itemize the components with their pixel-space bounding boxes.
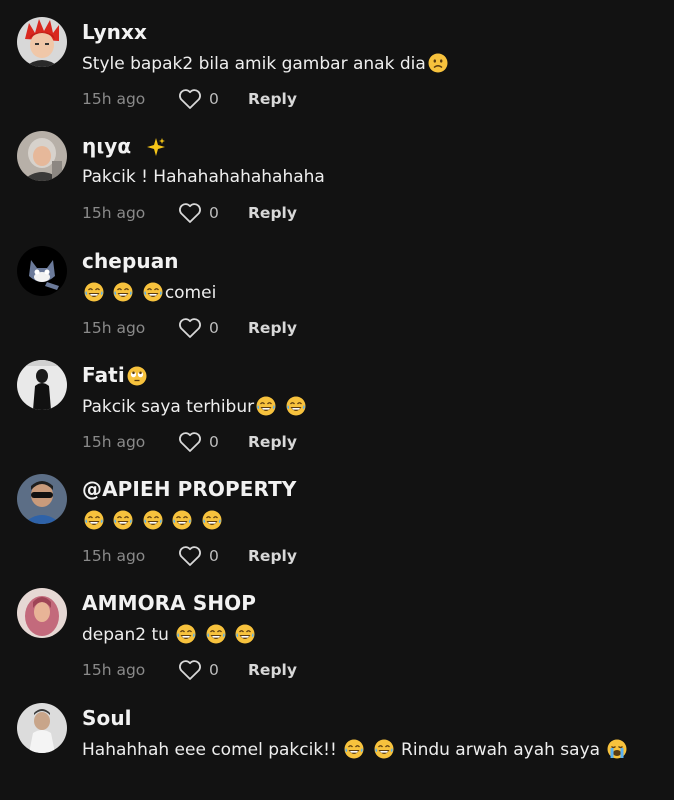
comment-item: AMMORA SHOP depan2 tu 15h ago 0 Reply <box>0 571 674 685</box>
heart-icon <box>179 660 201 681</box>
comment-time: 15h ago <box>82 432 146 451</box>
heart-icon <box>179 203 201 224</box>
comment-text-content: Style bapak2 bila amik gambar anak dia <box>82 54 426 74</box>
comment-meta: 15h ago 0 Reply <box>82 659 297 681</box>
reply-button[interactable]: Reply <box>248 319 297 337</box>
comment-text: Pakcik ! Hahahahahahahaha <box>82 167 325 188</box>
laugh-emoji-icon <box>172 510 192 530</box>
heart-icon <box>179 432 201 452</box>
comment-text: Style bapak2 bila amik gambar anak dia <box>82 53 450 74</box>
cry-emoji-icon <box>607 739 627 759</box>
comment-meta: 15h ago 0 Reply <box>82 88 297 110</box>
sparkles-icon <box>147 138 166 157</box>
comment-text-content: Rindu arwah ayah saya <box>401 739 601 760</box>
avatar[interactable] <box>17 702 67 753</box>
comment-time: 15h ago <box>82 547 146 566</box>
laugh-emoji-icon <box>202 510 222 530</box>
avatar[interactable] <box>17 588 67 639</box>
comment-username[interactable]: Fati <box>82 363 149 387</box>
comment-time: 15h ago <box>82 204 146 223</box>
comment-item: Soul Hahahhah eee comel pakcik!! Rindu a… <box>0 686 674 800</box>
comment-text-content: Pakcik saya terhibur <box>82 396 255 417</box>
avatar[interactable] <box>17 359 67 410</box>
reply-button[interactable]: Reply <box>248 90 297 108</box>
comment-item: Lynxx Style bapak2 bila amik gambar anak… <box>0 0 674 114</box>
comment-text <box>82 510 224 531</box>
comment-username[interactable]: Lynxx <box>82 20 147 44</box>
like-count: 0 <box>209 204 219 223</box>
comment-text: depan2 tu <box>82 624 257 645</box>
laugh-emoji-icon <box>206 624 226 644</box>
laugh-emoji-icon <box>286 396 305 416</box>
comment-username[interactable]: AMMORA SHOP <box>82 591 256 615</box>
comment-item: @APIEH PROPERTY 15h ago 0 Reply <box>0 457 674 571</box>
like-button[interactable]: 0 <box>178 88 248 110</box>
comment-meta: 15h ago 0 Reply <box>82 431 297 453</box>
frown-emoji-icon <box>428 53 448 73</box>
like-count: 0 <box>209 90 219 108</box>
like-button[interactable]: 0 <box>178 202 248 224</box>
laugh-emoji-icon <box>344 739 364 759</box>
like-count: 0 <box>209 547 219 566</box>
laugh-emoji-icon <box>113 282 133 302</box>
comment-time: 15h ago <box>82 90 146 108</box>
laugh-emoji-icon <box>256 396 276 416</box>
reply-button[interactable]: Reply <box>248 204 297 222</box>
avatar[interactable] <box>17 474 67 525</box>
comment-time: 15h ago <box>82 318 146 337</box>
laugh-emoji-icon <box>143 510 163 530</box>
reply-button[interactable]: Reply <box>248 547 297 565</box>
laugh-emoji-icon <box>113 510 133 530</box>
heart-icon <box>179 546 201 567</box>
heart-icon <box>179 317 201 338</box>
laugh-emoji-icon <box>374 739 394 759</box>
comment-username[interactable]: Soul <box>82 706 132 730</box>
like-button[interactable]: 0 <box>178 431 248 453</box>
comment-meta: 15h ago 0 Reply <box>82 545 297 567</box>
comment-text: Hahahhah eee comel pakcik!! Rindu arwah … <box>82 739 629 760</box>
comment-time: 15h ago <box>82 661 146 680</box>
comment-item: ηιуα Pakcik ! Hahahahahahahaha 15h ago 0… <box>0 114 674 228</box>
like-button[interactable]: 0 <box>178 317 248 339</box>
comment-username[interactable]: ηιуα <box>82 134 168 158</box>
laugh-emoji-icon <box>84 282 104 302</box>
comment-username[interactable]: @APIEH PROPERTY <box>82 477 296 501</box>
like-count: 0 <box>209 318 219 337</box>
comment-meta: 15h ago 0 Reply <box>82 202 297 224</box>
comment-list: Lynxx Style bapak2 bila amik gambar anak… <box>0 0 674 800</box>
username-text: ηιуα <box>82 134 132 159</box>
like-count: 0 <box>209 661 219 680</box>
laugh-emoji-icon <box>235 624 255 644</box>
comment-text: comei <box>82 282 216 303</box>
comment-text-content: depan2 tu <box>82 625 169 646</box>
reply-button[interactable]: Reply <box>248 433 297 451</box>
laugh-emoji-icon <box>84 510 104 530</box>
laugh-emoji-icon <box>143 282 163 302</box>
comment-text: Pakcik saya terhibur <box>82 396 308 417</box>
eye-roll-emoji-icon <box>127 366 147 386</box>
comment-text-content: comei <box>164 282 217 303</box>
comment-meta: 15h ago 0 Reply <box>82 317 297 339</box>
comment-item: chepuan comei 15h ago 0 Reply <box>0 229 674 343</box>
heart-icon <box>179 89 201 109</box>
avatar[interactable] <box>17 245 67 296</box>
reply-button[interactable]: Reply <box>248 661 297 679</box>
laugh-emoji-icon <box>176 624 196 644</box>
like-count: 0 <box>209 432 219 451</box>
avatar[interactable] <box>17 17 67 67</box>
username-text: Fati <box>82 362 125 387</box>
like-button[interactable]: 0 <box>178 659 248 681</box>
avatar[interactable] <box>17 131 67 182</box>
like-button[interactable]: 0 <box>178 545 248 567</box>
comment-username[interactable]: chepuan <box>82 249 179 273</box>
comment-text-content: Hahahhah eee comel pakcik!! <box>82 739 337 760</box>
comment-item: Fati Pakcik saya terhibur 15h ago 0 Repl… <box>0 343 674 457</box>
